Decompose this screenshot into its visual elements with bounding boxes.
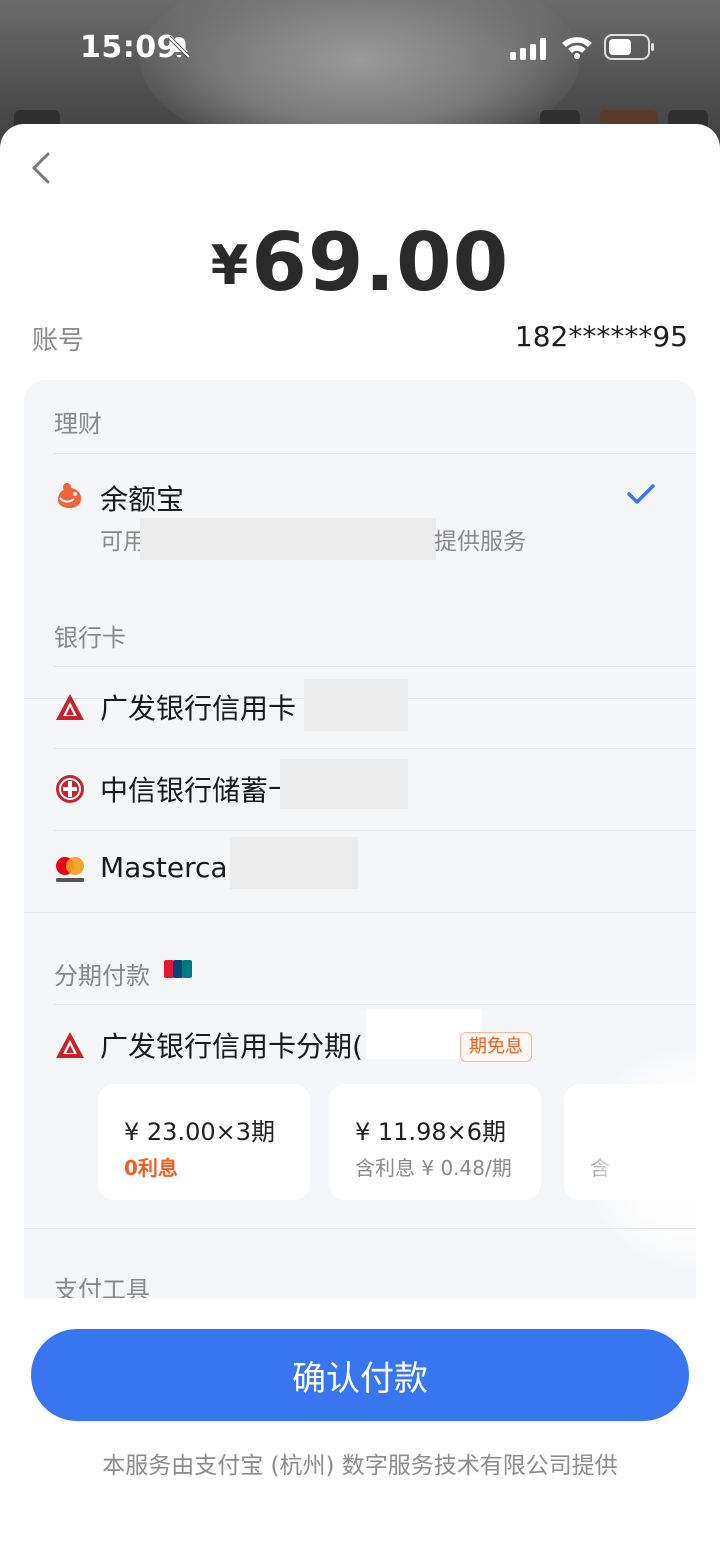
back-icon[interactable] xyxy=(26,148,58,188)
mastercard-icon xyxy=(56,857,84,882)
section-divider xyxy=(24,1228,696,1229)
redacted-area xyxy=(280,759,408,809)
redacted-area xyxy=(304,679,408,731)
wifi-icon xyxy=(562,37,592,59)
installment-plan-3[interactable]: ¥ 23.00×3期 0利息 xyxy=(98,1084,310,1200)
citic-bank-icon xyxy=(56,775,84,803)
section-divider xyxy=(24,912,696,913)
section-title-bank-cards: 银行卡 xyxy=(54,624,126,652)
interest-free-tag: 期免息 xyxy=(460,1032,532,1062)
method-installment-cgb[interactable]: 广发银行信用卡分期( xyxy=(24,1005,696,1083)
installment-card-label: 广发银行信用卡分期( xyxy=(100,1030,363,1063)
plan-interest: 0利息 xyxy=(124,1156,178,1180)
section-title-wealth: 理财 xyxy=(54,410,102,438)
battery-icon xyxy=(604,34,654,60)
plan-interest: 含利息 ¥ 0.48/期 xyxy=(355,1156,512,1180)
currency-symbol: ¥ xyxy=(210,234,250,297)
amount-value: 69.00 xyxy=(251,216,510,309)
redacted-area xyxy=(230,837,358,889)
payment-amount: ¥69.00 xyxy=(0,216,720,309)
section-title-installment: 分期付款 xyxy=(54,962,150,990)
selected-check-icon xyxy=(627,484,655,504)
method-yuebao[interactable]: 余额宝 可用 提供服务 xyxy=(24,454,696,574)
yuebao-icon xyxy=(58,483,82,508)
payment-methods-panel: 理财 余额宝 可用 提供服务 银行卡 广发银行信用卡 中信银行储蓄卡 Maste… xyxy=(24,380,696,1298)
account-value: 182******95 xyxy=(514,320,688,353)
unionpay-icon xyxy=(164,960,192,978)
payment-sheet: ¥69.00 账号 182******95 理财 余额宝 可用 提供服务 银行卡 xyxy=(0,124,720,1560)
bell-muted-icon xyxy=(167,35,191,59)
bank-card-label: 广发银行信用卡 xyxy=(100,692,297,725)
yuebao-label: 余额宝 xyxy=(100,483,185,516)
plan-price: ¥ 11.98×6期 xyxy=(355,1118,506,1146)
installment-plan-6[interactable]: ¥ 11.98×6期 含利息 ¥ 0.48/期 xyxy=(329,1084,541,1200)
footer-provider-text: 本服务由支付宝 (杭州) 数字服务技术有限公司提供 xyxy=(102,1453,618,1479)
bank-card-label: 中信银行储蓄卡 xyxy=(100,774,297,807)
cellular-signal-icon xyxy=(510,38,546,60)
method-bank-card-citic[interactable]: 中信银行储蓄卡 xyxy=(24,749,696,829)
confirm-payment-button[interactable]: 确认付款 xyxy=(31,1329,689,1421)
redacted-area xyxy=(140,518,436,560)
plan-price: ¥ 23.00×3期 xyxy=(124,1118,275,1146)
method-bank-card-cgb[interactable]: 广发银行信用卡 xyxy=(24,667,696,747)
section-title-tools: 支付工具 xyxy=(54,1276,150,1298)
cgb-bank-icon xyxy=(56,1032,84,1058)
status-bar: 15:09 xyxy=(0,0,720,96)
cgb-bank-icon xyxy=(56,694,84,720)
account-label: 账号 xyxy=(32,326,85,356)
method-mastercard[interactable]: Mastercard xyxy=(24,831,696,911)
status-time: 15:09 xyxy=(80,30,178,65)
yuebao-sub-suffix: 提供服务 xyxy=(434,529,526,555)
